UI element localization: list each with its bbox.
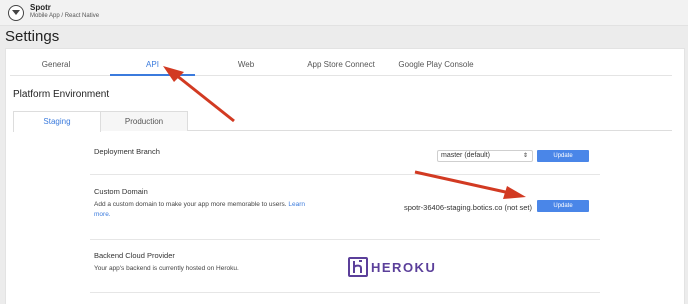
heroku-wordmark: HEROKU bbox=[371, 259, 437, 275]
row-divider bbox=[90, 174, 600, 175]
heroku-logo: HEROKU bbox=[348, 256, 436, 278]
backend-provider-description: Your app's backend is currently hosted o… bbox=[94, 265, 239, 272]
heroku-logo-icon bbox=[348, 257, 368, 277]
update-branch-button[interactable]: Update bbox=[537, 150, 589, 162]
tab-app-store-connect[interactable]: App Store Connect bbox=[295, 58, 387, 76]
updown-caret-icon: ⇕ bbox=[522, 153, 528, 159]
row-divider bbox=[90, 239, 600, 240]
tab-google-play-console[interactable]: Google Play Console bbox=[390, 58, 482, 76]
app-subtitle: Mobile App / React Native bbox=[30, 13, 100, 19]
tab-api[interactable]: API bbox=[110, 58, 195, 76]
backend-provider-label: Backend Cloud Provider bbox=[94, 251, 175, 260]
top-bar: Spotr Mobile App / React Native bbox=[0, 0, 688, 26]
update-domain-button[interactable]: Update bbox=[537, 200, 589, 212]
tab-general[interactable]: General bbox=[10, 58, 102, 76]
env-tab-production[interactable]: Production bbox=[100, 111, 188, 131]
row-divider bbox=[90, 292, 600, 293]
chevron-down-circle-icon[interactable] bbox=[8, 5, 24, 21]
branch-select-value: master (default) bbox=[441, 152, 491, 159]
app-name[interactable]: Spotr bbox=[30, 3, 51, 12]
custom-domain-value: spotr-36406-staging.botics.co (not set) bbox=[404, 203, 532, 212]
custom-domain-label: Custom Domain bbox=[94, 187, 148, 196]
platform-environment-heading: Platform Environment bbox=[13, 89, 110, 100]
branch-select[interactable]: master (default) ⇕ bbox=[437, 150, 533, 162]
env-tab-staging[interactable]: Staging bbox=[13, 111, 101, 132]
page-title: Settings bbox=[5, 28, 60, 45]
deployment-branch-label: Deployment Branch bbox=[94, 147, 160, 156]
custom-domain-desc-text: Add a custom domain to make your app mor… bbox=[94, 201, 287, 208]
settings-tabs: General API Web App Store Connect Google… bbox=[10, 58, 672, 76]
environment-tabs: Staging Production bbox=[13, 111, 672, 132]
custom-domain-description: Add a custom domain to make your app mor… bbox=[94, 200, 320, 220]
tab-web[interactable]: Web bbox=[200, 58, 292, 76]
